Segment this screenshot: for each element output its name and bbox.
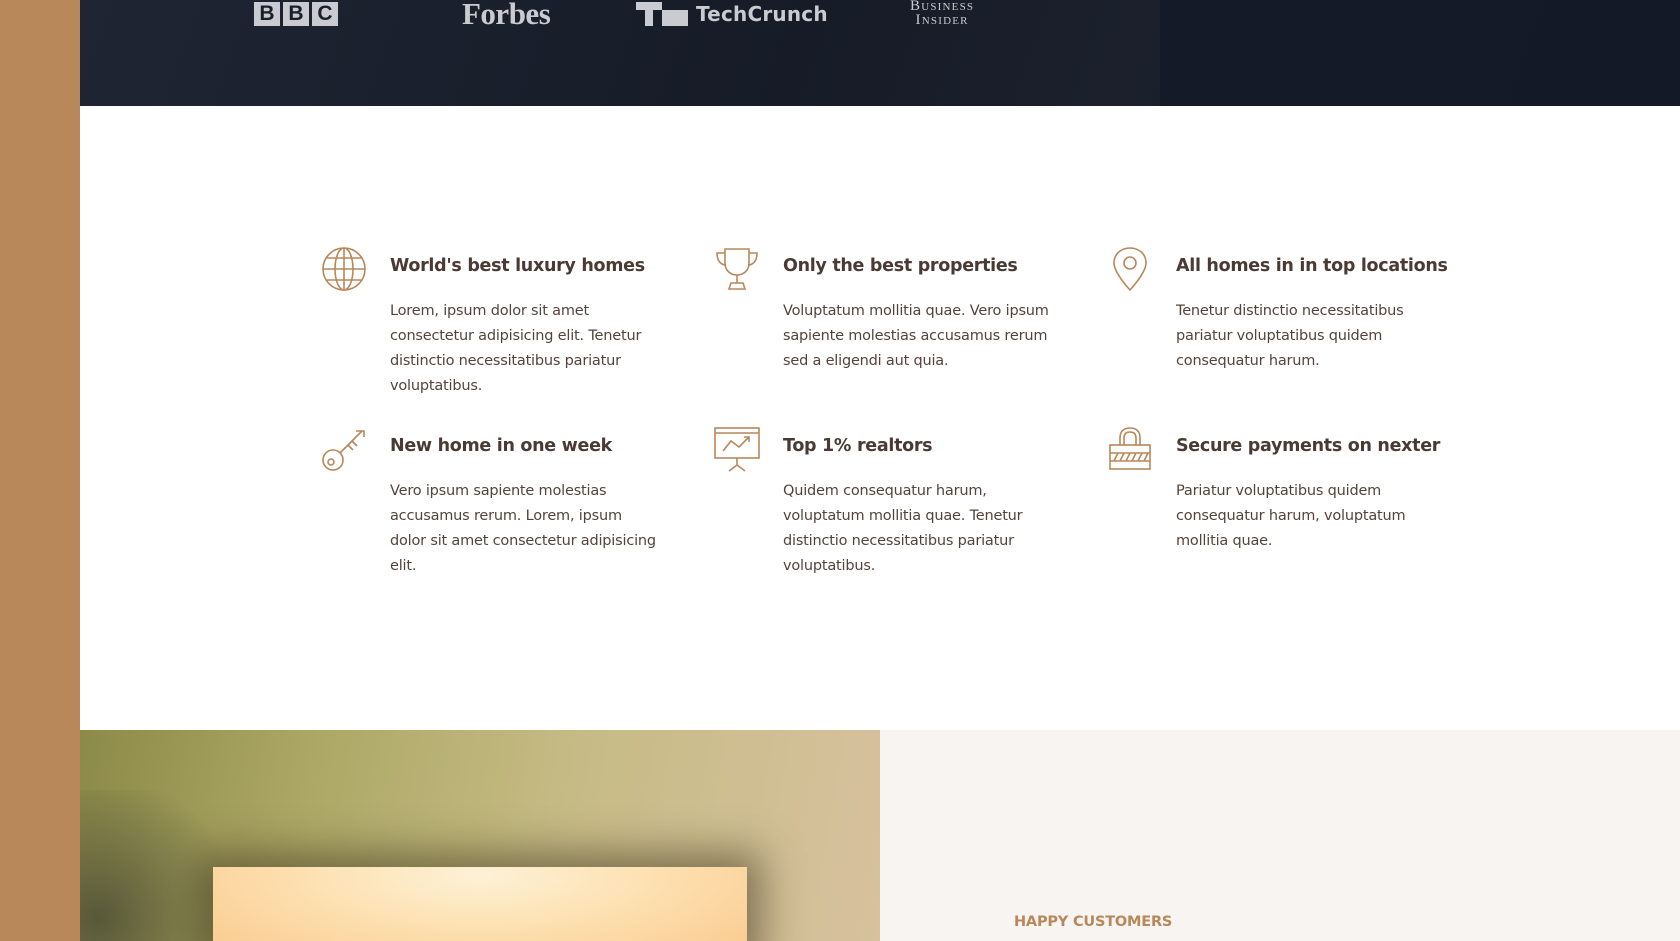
feature-title: World's best luxury homes [390, 256, 645, 276]
bbc-logo-letter: B [254, 2, 280, 26]
feature-text: Tenetur distinctio necessitatibus pariat… [1176, 303, 1404, 369]
testimonials-eyebrow: HAPPY CUSTOMERS [1014, 914, 1173, 930]
bbc-logo-letter: C [312, 2, 338, 26]
key-icon [320, 425, 368, 473]
feature-text: Pariatur voluptatibus quidem consequatur… [1176, 483, 1406, 549]
techcrunch-mark-icon [636, 2, 688, 26]
business-insider-logo: Business Insider [910, 0, 974, 28]
gallery-image-panel [80, 730, 880, 941]
feature-title: New home in one week [390, 436, 612, 456]
forbes-logo: Forbes [462, 0, 551, 31]
testimonials-panel: HAPPY CUSTOMERS [880, 730, 1680, 941]
features-section: World's best luxury homes Lorem, ipsum d… [80, 106, 1680, 730]
feature-text: Quidem consequatur harum, voluptatum mol… [783, 483, 1023, 574]
feature-title: Top 1% realtors [783, 436, 933, 456]
map-pin-icon [1106, 245, 1154, 293]
globe-icon [320, 245, 368, 293]
feature-title: All homes in in top locations [1176, 256, 1448, 276]
feature-title: Only the best properties [783, 256, 1018, 276]
featured-photo-card [213, 867, 747, 941]
bbc-logo-letter: B [283, 2, 309, 26]
side-accent-strip [0, 0, 80, 941]
trophy-icon [713, 245, 761, 293]
techcrunch-wordmark: TechCrunch [696, 2, 828, 26]
techcrunch-logo: TechCrunch [636, 2, 828, 26]
feature-text: Lorem, ipsum dolor sit amet consectetur … [390, 303, 642, 394]
band-shade [1160, 0, 1680, 106]
feature-text: Vero ipsum sapiente molestias accusamus … [390, 483, 656, 574]
bbc-logo: B B C [254, 2, 338, 26]
padlock-icon [1106, 425, 1154, 473]
press-logos-band: B B C Forbes TechCrunch Business Insider [80, 0, 1680, 106]
business-insider-line-2: Insider [915, 12, 969, 28]
feature-text: Voluptatum mollitia quae. Vero ipsum sap… [783, 303, 1049, 369]
feature-title: Secure payments on nexter [1176, 436, 1441, 456]
presentation-chart-icon [713, 425, 761, 473]
